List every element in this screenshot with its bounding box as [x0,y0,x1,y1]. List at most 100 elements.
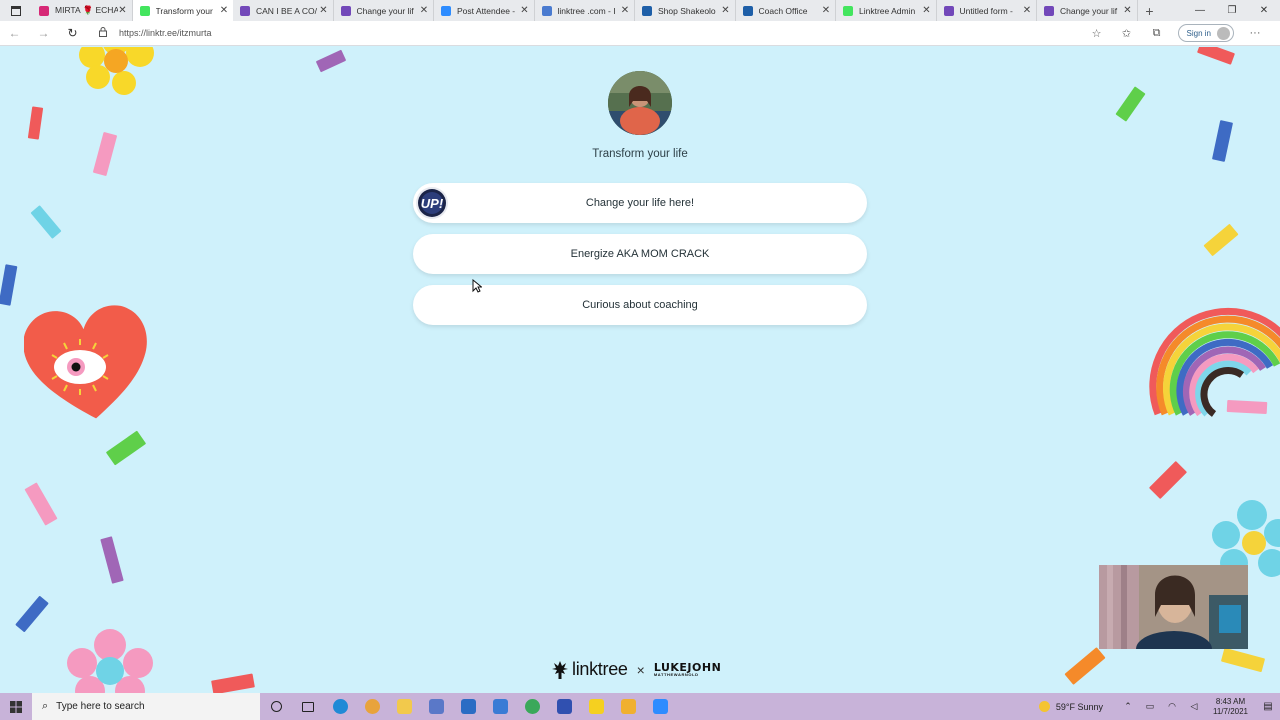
close-window-button[interactable]: ✕ [1248,0,1280,21]
weather-text: 59°F Sunny [1055,701,1103,712]
yellow-flower-icon [79,47,154,95]
taskbar-app-dropbox[interactable] [484,693,516,720]
browser-tab[interactable]: Shop Shakeolo ✕ [635,0,736,21]
taskbar-app-store[interactable] [420,693,452,720]
confetti-shape [1220,647,1266,673]
favorites-icon[interactable]: ✩ [1112,27,1142,40]
partner-subtitle: MATTHEWARNOLD [653,672,699,677]
up-logo-icon: UP! [418,189,446,217]
confetti-shape [315,49,347,73]
tab-favicon-icon [441,5,451,16]
meet-now-icon[interactable]: ▭ [1139,701,1161,712]
tab-title: Coach Office [758,5,808,16]
link-label: Energize AKA MOM CRACK [570,248,710,260]
address-bar[interactable]: https://linktr.ee/itzmurta [119,28,212,38]
taskbar-app-sticky-notes[interactable] [580,693,612,720]
svg-text:UP!: UP! [421,196,444,211]
taskbar-app-zoom[interactable] [644,693,676,720]
tab-favicon-icon [843,5,853,16]
tab-title: MIRTA 🌹 ECHA [55,5,118,15]
sticky-notes-icon [588,699,604,714]
refresh-button[interactable]: ↻ [58,26,87,40]
browser-tab[interactable]: Post Attendee - ✕ [434,0,535,21]
confetti-shape [24,482,58,526]
browser-tab[interactable]: Untitled form - ✕ [937,0,1037,21]
taskbar-app-paint[interactable] [612,693,644,720]
start-button[interactable] [0,700,32,713]
taskbar-app-mail[interactable] [452,693,484,720]
taskbar-app-task-view[interactable] [292,693,324,720]
tab-favicon-icon [742,5,753,16]
weather-widget[interactable]: 59°F Sunny [1038,701,1103,712]
browser-tab[interactable]: MIRTA 🌹 ECHA ✕ [32,0,133,21]
close-tab-icon[interactable]: ✕ [922,5,932,16]
browser-tab-strip: MIRTA 🌹 ECHA ✕ Transform your ✕ CAN I BE A C… [0,0,1280,21]
volume-icon[interactable]: ◁ [1183,701,1205,712]
tab-actions-button[interactable] [0,0,32,21]
back-button[interactable]: ← [0,26,29,40]
chrome-icon [364,699,380,714]
sign-in-button[interactable]: Sign in [1177,24,1234,42]
confetti-shape [100,536,124,584]
new-tab-button[interactable]: + [1138,0,1162,21]
browser-tab[interactable]: Change your lif ✕ [334,0,434,21]
confetti-shape [1064,647,1106,685]
add-favorite-icon[interactable]: ☆ [1082,27,1112,40]
close-tab-icon[interactable]: ✕ [821,5,831,16]
browser-tab[interactable]: Transform your ✕ [132,0,233,21]
mouse-cursor-icon [472,279,482,293]
lock-icon[interactable] [99,27,113,39]
link-label: Curious about coaching [582,299,698,311]
close-tab-icon[interactable]: ✕ [721,5,731,16]
browser-tab[interactable]: Linktree Admin ✕ [836,0,937,21]
profile-avatar-icon [1217,26,1230,40]
confetti-shape [1203,223,1239,257]
tab-actions-icon [11,5,21,16]
tab-favicon-icon [943,5,954,16]
zoom-icon [652,699,668,714]
chevron-up-icon[interactable]: ⌃ [1117,701,1139,712]
close-tab-icon[interactable]: ✕ [319,5,329,16]
browser-tab[interactable]: CAN I BE A CO/✕ [233,0,334,21]
webcam-overlay [1099,565,1248,649]
minimize-button[interactable]: — [1184,0,1216,21]
confetti-shape [92,131,118,177]
close-tab-icon[interactable]: ✕ [1123,5,1133,16]
footer-brand[interactable]: linktree × LUKEJOHN MATTHEWARNOLD [552,659,721,680]
profile-avatar[interactable] [608,71,672,135]
collections-icon[interactable]: ⧉ [1142,27,1172,40]
more-menu-icon[interactable]: ··· [1240,27,1270,39]
close-tab-icon[interactable]: ✕ [118,5,128,16]
notifications-icon[interactable]: ▤ [1256,701,1280,712]
window-controls: — ❐ ✕ [1184,0,1280,21]
browser-tab[interactable]: Coach Office ✕ [736,0,836,21]
browser-tab[interactable]: Change your lif ✕ [1037,0,1138,21]
close-tab-icon[interactable]: ✕ [1022,5,1032,16]
wifi-icon[interactable]: ◠ [1161,701,1183,712]
close-tab-icon[interactable]: ✕ [419,5,429,16]
tab-favicon-icon [340,5,351,16]
restore-button[interactable]: ❐ [1216,0,1248,21]
linktree-wordmark: linktree [572,659,628,679]
browser-tab[interactable]: linktree .com - I ✕ [535,0,635,21]
close-tab-icon[interactable]: ✕ [219,5,229,16]
clock[interactable]: 8:43 AM 11/7/2021 [1213,697,1248,717]
close-tab-icon[interactable]: ✕ [620,5,630,16]
link-button-change-your-life[interactable]: UP! Change your life here! [413,183,867,223]
profile-photo-image [608,71,672,135]
taskbar-app-chrome[interactable] [356,693,388,720]
linktree-logo-icon [552,660,568,679]
profile-bio: Transform your life [592,148,688,160]
taskbar-app-file-explorer[interactable] [388,693,420,720]
link-label: Change your life here! [585,197,695,209]
taskbar-app-edge[interactable] [324,693,356,720]
close-tab-icon[interactable]: ✕ [520,5,530,16]
taskbar-app-maps[interactable] [516,693,548,720]
confetti-shape [1211,120,1234,162]
forward-button[interactable]: → [29,26,58,40]
taskbar-app-cortana[interactable] [260,693,292,720]
taskbar-search-box[interactable]: ⌕ Type here to search [32,693,260,720]
browser-toolbar: ← → ↻ https://linktr.ee/itzmurta ☆ ✩ ⧉ S… [0,21,1280,46]
taskbar-app-app-blue[interactable] [548,693,580,720]
link-button-energize[interactable]: Energize AKA MOM CRACK [413,234,867,274]
